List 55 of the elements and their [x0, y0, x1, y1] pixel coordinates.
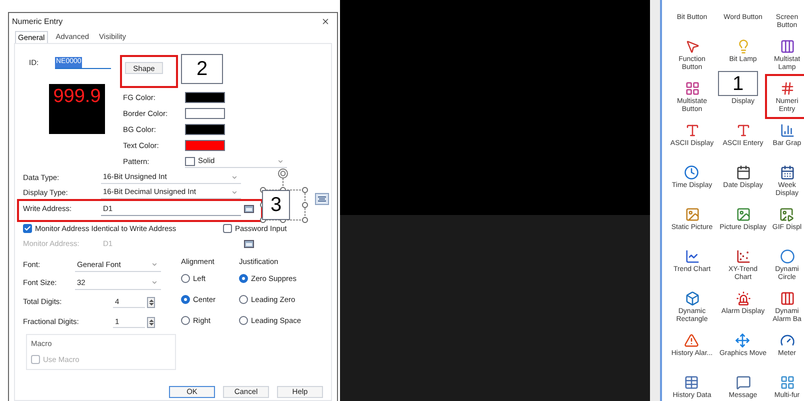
grid-icon	[780, 375, 794, 390]
color-swatch[interactable]	[185, 92, 225, 104]
chevron-down-icon	[151, 279, 158, 286]
columns-icon	[780, 291, 794, 306]
hash-icon	[780, 81, 794, 96]
warning-icon	[684, 333, 700, 348]
chevron-down-icon	[231, 188, 238, 196]
radio-button[interactable]	[239, 274, 248, 283]
picture-icon	[736, 207, 750, 222]
address-book-icon[interactable]	[244, 240, 254, 248]
chevron-down-icon	[151, 261, 158, 268]
radio-button[interactable]	[239, 316, 248, 325]
checkbox[interactable]	[223, 224, 232, 233]
color-swatch[interactable]	[185, 140, 225, 151]
callout-number: 2	[181, 54, 223, 84]
align-icon[interactable]	[315, 193, 329, 205]
line-chart-icon	[684, 249, 700, 264]
scatter-chart-icon	[736, 249, 750, 264]
bar-chart-icon	[780, 123, 794, 138]
highlight-frame	[120, 55, 178, 88]
gauge-icon	[780, 333, 794, 348]
highlight-frame	[765, 74, 804, 119]
callout-number: 3	[262, 190, 290, 220]
spin-button[interactable]	[147, 296, 155, 308]
calendar-icon	[736, 165, 750, 180]
pointer-icon	[684, 39, 700, 54]
circle-icon	[780, 249, 794, 264]
grid-icon	[684, 81, 700, 96]
clock-icon	[684, 165, 700, 180]
cube-icon	[684, 291, 700, 306]
checkbox[interactable]	[23, 224, 32, 233]
message-icon	[736, 375, 750, 390]
columns-icon	[780, 39, 794, 54]
chevron-down-icon	[277, 158, 284, 165]
picture-icon	[684, 207, 700, 222]
text-icon	[736, 123, 750, 138]
radio-button[interactable]	[181, 316, 190, 325]
chevron-down-icon	[231, 174, 238, 180]
text-icon	[684, 123, 700, 138]
radio-button[interactable]	[181, 295, 190, 304]
table-icon	[684, 375, 700, 390]
radio-button[interactable]	[181, 274, 190, 283]
calendar-icon	[780, 165, 794, 180]
close-icon[interactable]	[321, 17, 330, 26]
color-swatch[interactable]	[185, 124, 225, 135]
siren-icon	[736, 291, 750, 306]
picture-icon	[779, 207, 794, 222]
numeric-preview: 999.9	[49, 84, 105, 134]
move-icon	[735, 333, 750, 348]
address-book-icon[interactable]	[244, 205, 254, 213]
spin-button[interactable]	[147, 316, 155, 328]
radio-button[interactable]	[239, 295, 248, 304]
color-swatch[interactable]	[185, 108, 225, 120]
window-title: Numeric Entry	[12, 16, 63, 28]
callout-number: 1	[718, 71, 758, 96]
